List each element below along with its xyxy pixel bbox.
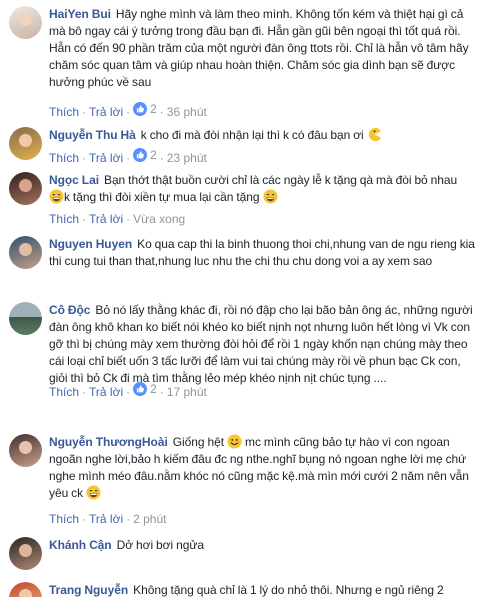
timestamp[interactable]: Vừa xong — [133, 212, 185, 226]
comment-text: Nguyễn Thu Hà k cho đi mà đòi nhận lại th… — [49, 127, 479, 144]
comment-body: Không tặng quà chỉ là 1 lý do nhỏ thôi. … — [133, 583, 444, 597]
avatar[interactable] — [9, 172, 42, 205]
commenter-name[interactable]: Khánh Cận — [49, 538, 112, 552]
comment-body: Hãy nghe mình và làm theo mình. Không tố… — [49, 7, 469, 89]
commenter-name[interactable]: Nguyễn Thu Hà — [49, 128, 136, 142]
reply-button[interactable]: Trả lời — [89, 385, 123, 399]
reaction-count[interactable]: 2 — [133, 382, 157, 396]
commenter-name[interactable]: HaiYen Bui — [49, 7, 111, 21]
avatar[interactable] — [9, 582, 42, 597]
reply-button[interactable]: Trả lời — [89, 105, 123, 119]
reply-button[interactable]: Trả lời — [89, 151, 123, 165]
timestamp[interactable]: 36 phút — [167, 105, 207, 119]
comment-actions: Thích · Trả lời · 2 · 17 phút — [49, 382, 207, 399]
avatar[interactable] — [9, 6, 42, 39]
grinning-emoji-icon — [227, 434, 242, 449]
comment-body: Bạn thớt thật buồn cười chỉ là các ngày … — [103, 173, 458, 187]
like-button[interactable]: Thích — [49, 105, 79, 119]
comment-body: Bỏ nó lấy thằng khác đi, rồi nó đập cho … — [49, 303, 473, 385]
like-button[interactable]: Thích — [49, 151, 79, 165]
avatar[interactable] — [9, 127, 42, 160]
comment-text: Khánh Cận Dở hơi bơi ngửa — [49, 537, 479, 554]
comment-actions: Thích · Trả lời · 2 · 36 phút — [49, 102, 207, 119]
commenter-name[interactable]: Cô Độc — [49, 303, 90, 317]
avatar[interactable] — [9, 236, 42, 269]
comment-text: HaiYen Bui Hãy nghe mình và làm theo mình… — [49, 6, 479, 91]
avatar[interactable] — [9, 302, 42, 335]
thumbs-up-badge-icon — [133, 382, 148, 396]
comment-text: Ngọc Lai Bạn thớt thật buồn cười chỉ là c… — [49, 172, 479, 206]
separator: · — [82, 105, 87, 119]
thumbs-up-badge-icon — [133, 148, 148, 162]
comment-text: Nguyen Huyen Ko qua cap thi la binh thuon… — [49, 236, 479, 270]
comment-body-continued: k tặng thì đòi xiền tự mua lại cần tặng — [64, 190, 260, 204]
like-button[interactable]: Thích — [49, 512, 79, 526]
laughing-emoji-icon — [49, 189, 64, 204]
timestamp[interactable]: 2 phút — [133, 512, 166, 526]
commenter-name[interactable]: Nguyễn ThươngHoài — [49, 435, 168, 449]
comment-actions: Thích · Trả lời · Vừa xong — [49, 212, 186, 226]
like-button[interactable]: Thích — [49, 212, 79, 226]
reply-button[interactable]: Trả lời — [89, 512, 123, 526]
comment-text: Nguyễn ThươngHoài Giống hệt mc mình cũng … — [49, 434, 479, 502]
avatar[interactable] — [9, 434, 42, 467]
comment-body: Dở hơi bơi ngửa — [116, 538, 204, 552]
laughing-emoji-icon — [262, 189, 278, 204]
reaction-count[interactable]: 2 — [133, 102, 157, 116]
avatar[interactable] — [9, 537, 42, 570]
like-button[interactable]: Thích — [49, 385, 79, 399]
commenter-name[interactable]: Nguyen Huyen — [49, 237, 132, 251]
separator: · — [126, 105, 131, 119]
laughing-emoji-icon — [86, 485, 101, 500]
reaction-count[interactable]: 2 — [133, 148, 157, 162]
timestamp[interactable]: 23 phút — [167, 151, 207, 165]
comment-body: k cho đi mà đòi nhận lại thì k có đâu bạ… — [140, 128, 364, 142]
comment-actions: Thích · Trả lời · 2 · 23 phút — [49, 148, 207, 165]
comment-actions: Thích · Trả lời · 2 phút — [49, 512, 167, 526]
timestamp[interactable]: 17 phút — [167, 385, 207, 399]
comment-list: HaiYen Bui Hãy nghe mình và làm theo mình… — [0, 0, 488, 597]
pacman-emoji-icon — [368, 127, 381, 142]
reply-button[interactable]: Trả lời — [89, 212, 123, 226]
comment-text: Cô Độc Bỏ nó lấy thằng khác đi, rồi nó đậ… — [49, 302, 479, 387]
commenter-name[interactable]: Ngọc Lai — [49, 173, 99, 187]
commenter-name[interactable]: Trang Nguyễn — [49, 583, 128, 597]
thumbs-up-badge-icon — [133, 102, 148, 116]
comment-text: Trang Nguyễn Không tặng quà chỉ là 1 lý d… — [49, 582, 479, 597]
comment-body: Giống hệt — [172, 435, 225, 449]
